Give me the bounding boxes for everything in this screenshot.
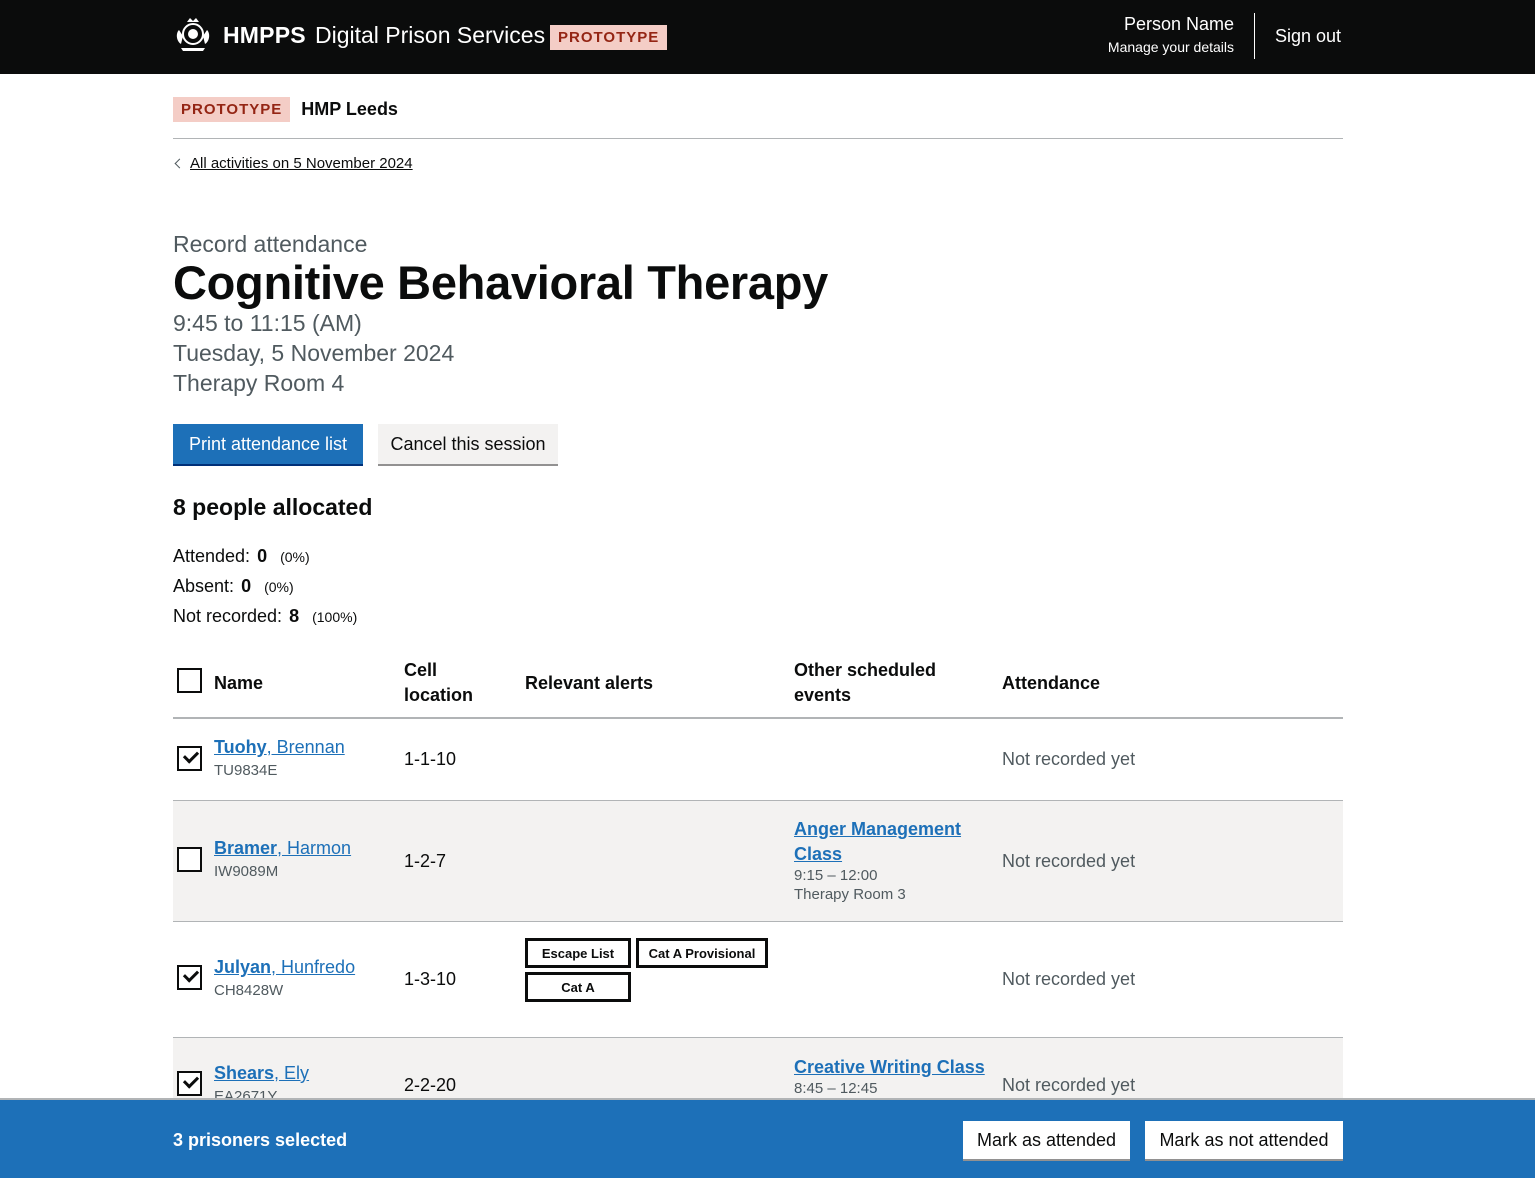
prototype-tag: PROTOTYPE xyxy=(173,96,291,122)
alert-tag-cat-a: Cat A xyxy=(525,972,631,1002)
page-caption: Record attendance xyxy=(173,231,368,257)
prisoner-cell: Julyan, Hunfredo CH8428W xyxy=(214,957,355,999)
header-line: location xyxy=(404,685,474,705)
header-line: Other scheduled xyxy=(794,660,937,680)
forename: , Harmon xyxy=(277,838,352,858)
selection-action-bar: 3 prisoners selected Mark as attended Ma… xyxy=(0,1098,1535,1178)
header-line: events xyxy=(794,685,852,705)
print-attendance-button[interactable]: Print attendance list xyxy=(173,424,363,464)
session-location: Therapy Room 4 xyxy=(173,370,345,396)
row-checkbox[interactable] xyxy=(177,847,202,872)
row-checkbox[interactable] xyxy=(177,1071,202,1096)
column-header-name[interactable]: Name xyxy=(214,671,263,696)
prisoner-name-link[interactable]: Tuohy, Brennan xyxy=(214,737,345,757)
column-header-alerts: Relevant alerts xyxy=(525,673,654,693)
prisoner-name-link[interactable]: Julyan, Hunfredo xyxy=(214,957,355,977)
stat-label: Attended: xyxy=(173,546,251,566)
surname: Tuohy xyxy=(214,737,267,757)
event-title: Class xyxy=(794,844,843,864)
stat-label: Not recorded: xyxy=(173,606,283,626)
prisoner-number: IW9089M xyxy=(214,863,279,880)
cell-location: 1-2-7 xyxy=(404,851,447,871)
prisoner-name-link[interactable]: Shears, Ely xyxy=(214,1063,309,1083)
table-row: Julyan, Hunfredo CH8428W 1-3-10 Escape L… xyxy=(173,922,1343,1038)
stat-label: Absent: xyxy=(173,576,235,596)
allocated-count-heading: 8 people allocated xyxy=(173,494,373,520)
establishment-bar: PROTOTYPE HMP Leeds xyxy=(173,96,398,122)
prisoner-cell: Tuohy, Brennan TU9834E xyxy=(214,737,345,779)
mark-attended-button[interactable]: Mark as attended xyxy=(963,1121,1130,1159)
chevron-left-icon xyxy=(174,158,185,169)
event-time: 8:45 – 12:45 xyxy=(794,1080,878,1097)
event-link[interactable]: Anger Management Class xyxy=(794,819,961,864)
select-all-checkbox[interactable] xyxy=(177,668,202,693)
event-location: Therapy Room 3 xyxy=(794,886,906,903)
stat-percent: (0%) xyxy=(264,579,294,595)
attended-stat: Attended: 0 (0%) xyxy=(173,546,310,567)
user-account: Person Name Manage your details xyxy=(1108,14,1234,55)
brand-name[interactable]: HMPPS xyxy=(223,22,306,49)
sign-out-link[interactable]: Sign out xyxy=(1275,26,1341,47)
cell-location: 1-3-10 xyxy=(404,969,457,989)
attendance-table: Name Cell location Relevant alerts Other… xyxy=(173,660,1343,1138)
absent-stat: Absent: 0 (0%) xyxy=(173,576,294,597)
table-row: Tuohy, Brennan TU9834E 1-1-10 Not record… xyxy=(173,719,1343,801)
prisoner-name-link[interactable]: Bramer, Harmon xyxy=(214,838,351,858)
surname: Julyan xyxy=(214,957,272,977)
event-time: 9:15 – 12:00 xyxy=(794,867,878,884)
stat-count: 0 xyxy=(257,546,268,566)
prisoner-number: CH8428W xyxy=(214,982,284,999)
prisoner-number: TU9834E xyxy=(214,762,278,779)
forename: , Hunfredo xyxy=(271,957,356,977)
forename: , Brennan xyxy=(266,737,345,757)
cancel-session-button[interactable]: Cancel this session xyxy=(378,424,558,464)
header-line: Cell xyxy=(404,660,438,680)
cell-location: 1-1-10 xyxy=(404,749,457,769)
column-header-cell-location[interactable]: Cell location xyxy=(404,658,473,708)
stat-count: 8 xyxy=(289,606,300,626)
table-header: Name Cell location Relevant alerts Other… xyxy=(173,660,1343,719)
column-header-other-events: Other scheduled events xyxy=(794,658,936,708)
scheduled-event: Anger Management Class 9:15 – 12:00 Ther… xyxy=(794,817,961,903)
alert-tag-escape-list: Escape List xyxy=(525,938,631,968)
divider xyxy=(173,138,1343,139)
service-name[interactable]: Digital Prison Services xyxy=(315,22,545,49)
page-title: Cognitive Behavioral Therapy xyxy=(173,256,828,309)
attendance-status: Not recorded yet xyxy=(1002,1075,1136,1095)
mark-not-attended-button[interactable]: Mark as not attended xyxy=(1145,1121,1343,1159)
surname: Shears xyxy=(214,1063,275,1083)
alert-tag-cat-a-provisional: Cat A Provisional xyxy=(636,938,768,968)
row-checkbox[interactable] xyxy=(177,965,202,990)
forename: , Ely xyxy=(274,1063,310,1083)
event-title: Anger Management xyxy=(794,819,962,839)
site-header: HMPPS Digital Prison Services PROTOTYPE … xyxy=(0,0,1535,74)
selected-count: 3 prisoners selected xyxy=(173,1130,348,1150)
user-name: Person Name xyxy=(1123,14,1234,34)
prototype-tag: PROTOTYPE xyxy=(550,25,668,50)
attendance-status: Not recorded yet xyxy=(1002,969,1136,989)
column-header-attendance[interactable]: Attendance xyxy=(1002,671,1100,696)
back-link[interactable]: All activities on 5 November 2024 xyxy=(173,155,413,172)
session-time: 9:45 to 11:15 (AM) xyxy=(173,310,362,336)
attendance-status: Not recorded yet xyxy=(1002,749,1136,769)
header-divider xyxy=(1254,13,1255,59)
not-recorded-stat: Not recorded: 8 (100%) xyxy=(173,606,357,627)
stat-percent: (100%) xyxy=(312,609,358,625)
table-row: Bramer, Harmon IW9089M 1-2-7 Anger Manag… xyxy=(173,801,1343,922)
establishment-name: HMP Leeds xyxy=(301,98,398,119)
back-link-text[interactable]: All activities on 5 November 2024 xyxy=(190,155,413,172)
stat-percent: (0%) xyxy=(280,549,310,565)
manage-details-link[interactable]: Manage your details xyxy=(1108,39,1234,55)
cell-location: 2-2-20 xyxy=(404,1075,457,1095)
session-date: Tuesday, 5 November 2024 xyxy=(173,340,455,366)
row-checkbox[interactable] xyxy=(177,746,202,771)
event-link[interactable]: Creative Writing Class xyxy=(794,1057,985,1077)
prisoner-cell: Bramer, Harmon IW9089M xyxy=(214,838,351,880)
scheduled-event: Creative Writing Class 8:45 – 12:45 xyxy=(794,1055,985,1097)
surname: Bramer xyxy=(214,838,278,858)
stat-count: 0 xyxy=(241,576,252,596)
royal-crest-icon xyxy=(176,18,210,51)
attendance-status: Not recorded yet xyxy=(1002,851,1136,871)
